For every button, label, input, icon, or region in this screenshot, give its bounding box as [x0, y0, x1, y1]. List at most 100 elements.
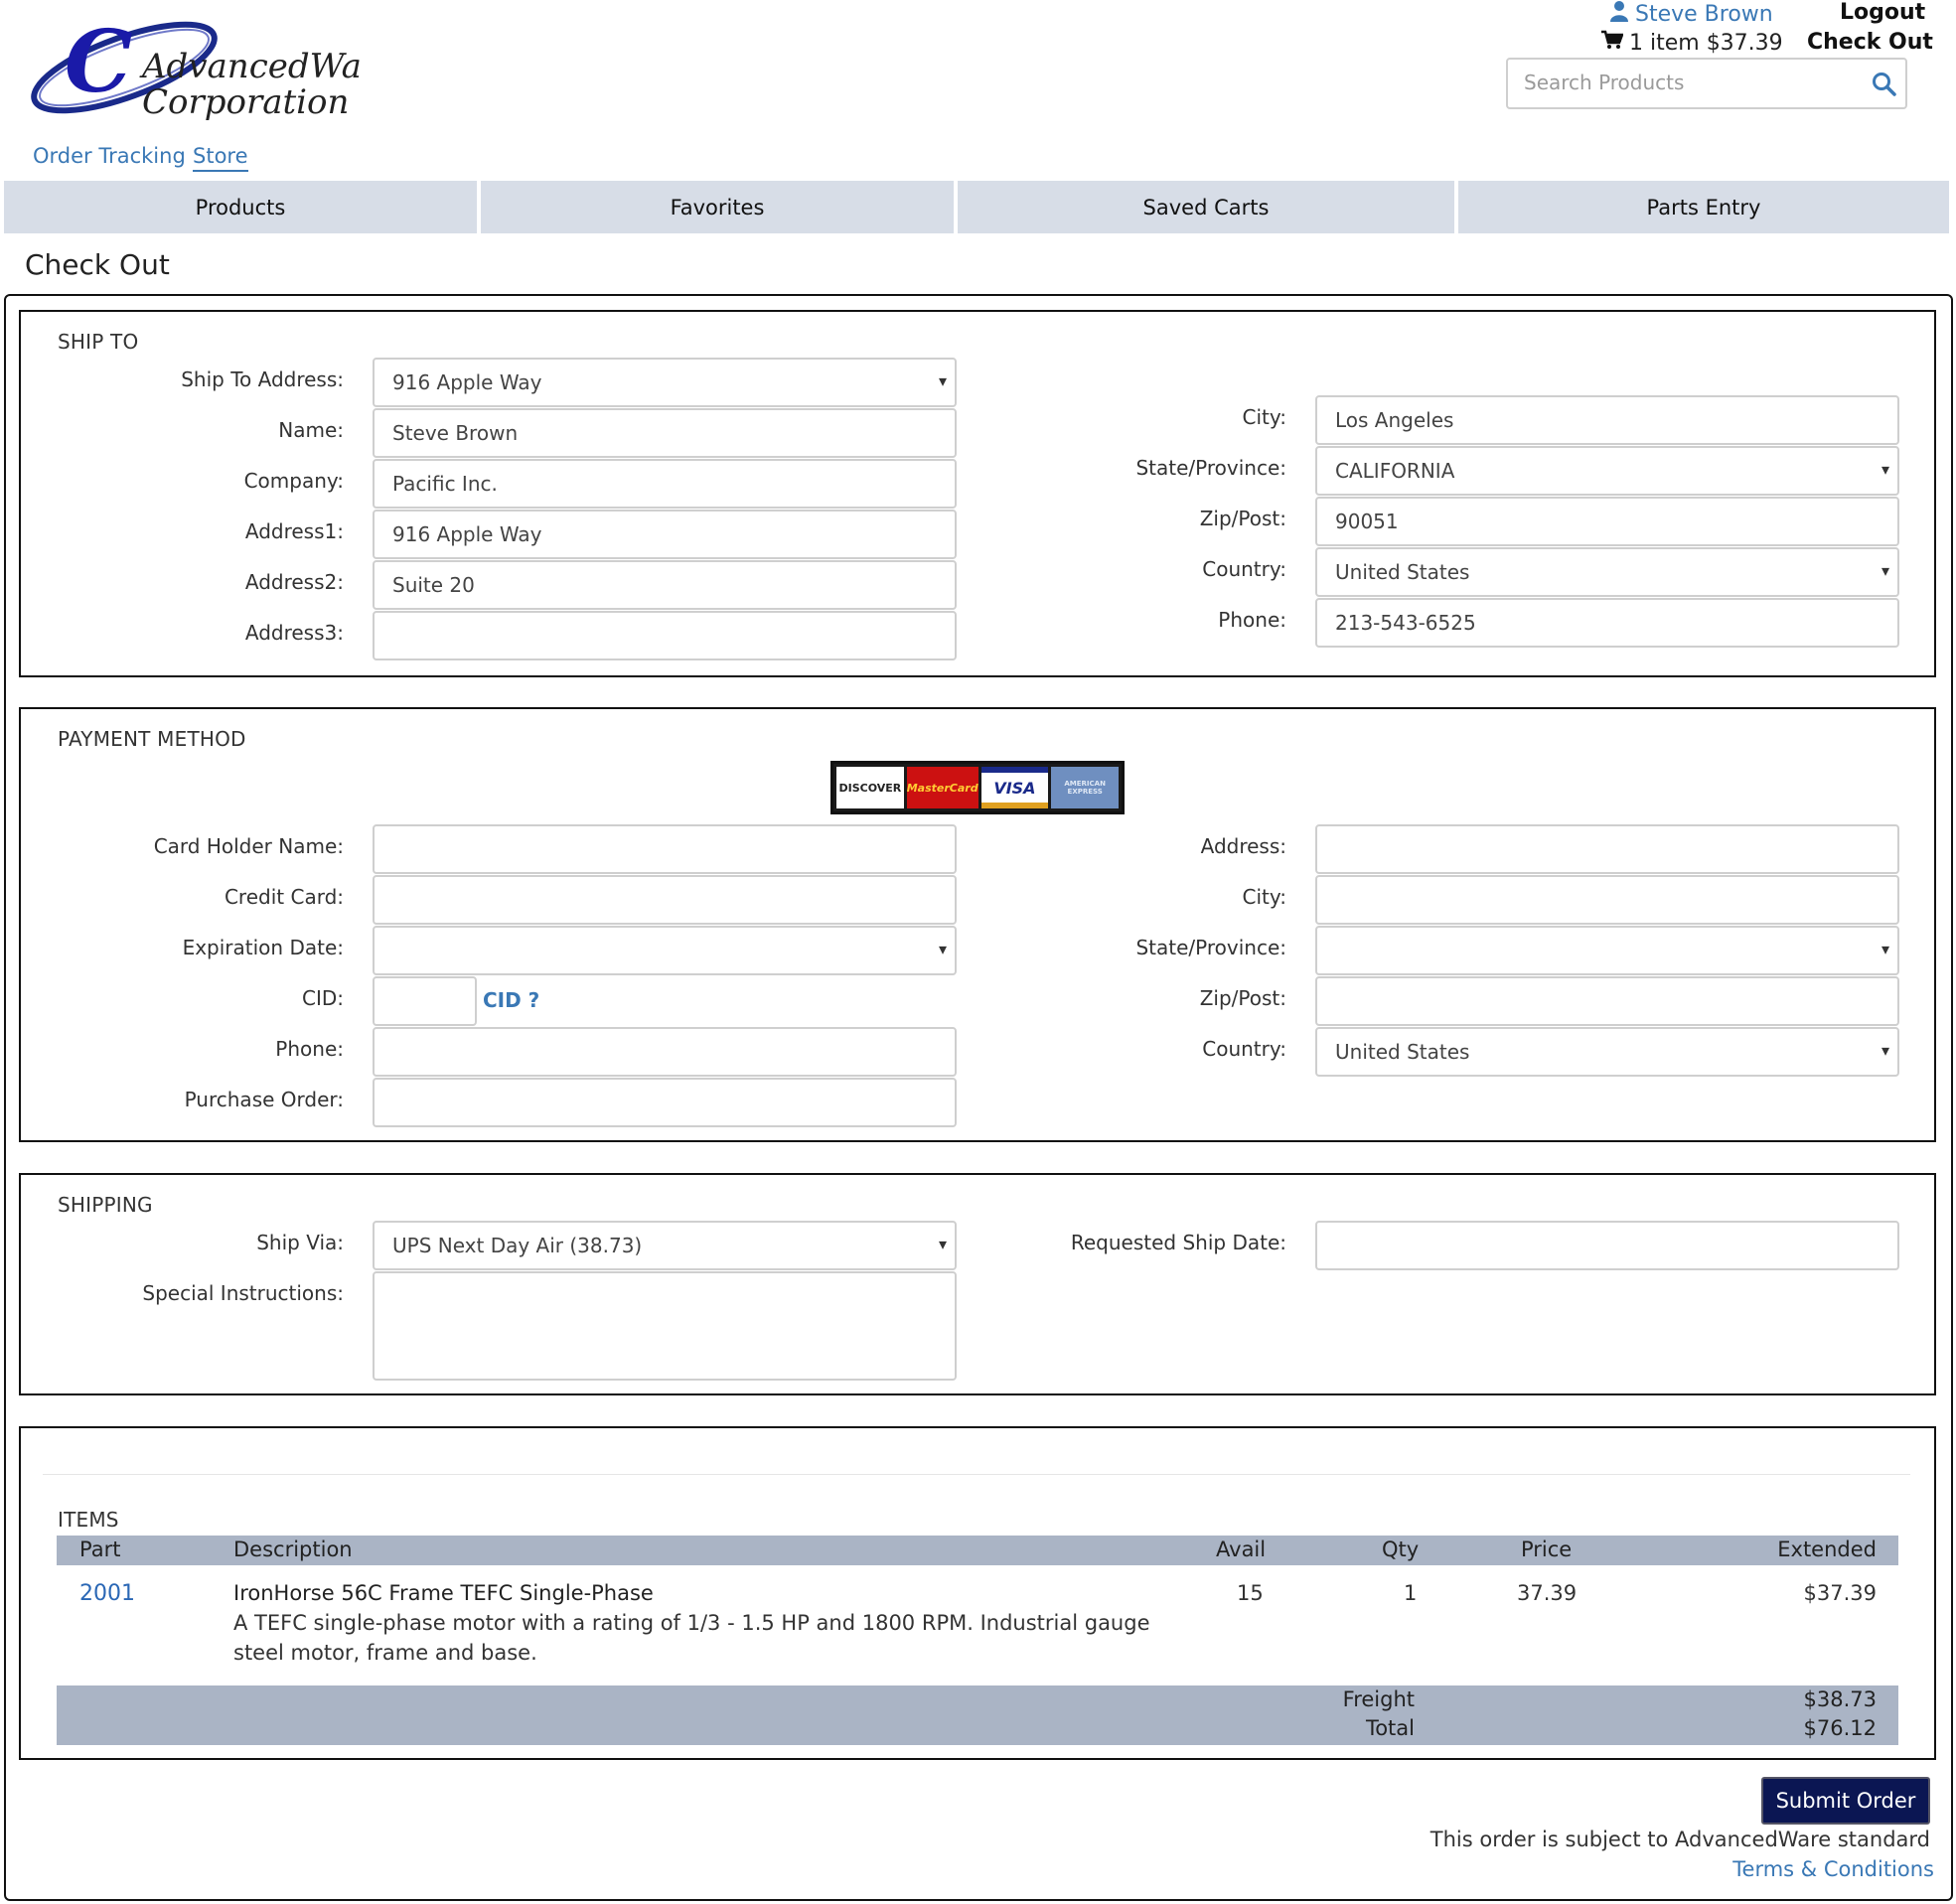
cid-field[interactable] [373, 976, 477, 1026]
totals-bar: Freight $38.73 Total $76.12 [57, 1685, 1898, 1745]
tab-favorites[interactable]: Favorites [481, 181, 954, 233]
amex-logo: AMERICAN EXPRESS [1051, 767, 1120, 808]
zip-label: Zip/Post: [1199, 507, 1286, 530]
user-icon [1609, 0, 1629, 28]
special-instructions-label: Special Instructions: [142, 1281, 344, 1305]
discover-logo: DISCOVER [836, 767, 904, 808]
billing-city-label: City: [1242, 885, 1286, 909]
user-name[interactable]: Steve Brown [1635, 2, 1773, 27]
cart-icon [1601, 30, 1624, 56]
search-icon[interactable] [1872, 72, 1897, 97]
cart-summary-link[interactable]: 1 item $37.39 [1601, 30, 1783, 56]
items-table-header: Part Description Avail Qty Price Extende… [57, 1536, 1898, 1565]
address3-field[interactable] [373, 611, 957, 660]
terms-text: This order is subject to AdvancedWare st… [1429, 1828, 1930, 1851]
col-avail: Avail [1216, 1538, 1267, 1561]
credit-card-logos: DISCOVER MasterCard VISA AMERICAN EXPRES… [830, 761, 1125, 814]
col-qty: Qty [1382, 1538, 1420, 1561]
col-price: Price [1521, 1538, 1573, 1561]
ship-to-address-label: Ship To Address: [181, 367, 344, 391]
logout-link[interactable]: Logout [1840, 0, 1925, 25]
phone-field[interactable]: 213-543-6525 [1315, 598, 1899, 648]
name-label: Name: [278, 418, 344, 442]
ship-to-title: SHIP TO [58, 330, 139, 354]
items-title: ITEMS [58, 1508, 119, 1532]
ship-via-label: Ship Via: [256, 1231, 344, 1254]
terms-conditions-link[interactable]: Terms & Conditions [1732, 1857, 1934, 1881]
cart-summary-text: 1 item $37.39 [1629, 30, 1783, 56]
address3-label: Address3: [244, 621, 344, 645]
ship-via-select[interactable]: UPS Next Day Air (38.73) [373, 1221, 957, 1270]
item-name: IronHorse 56C Frame TEFC Single-Phase [233, 1581, 654, 1605]
shipping-title: SHIPPING [58, 1193, 153, 1217]
billing-address-label: Address: [1200, 834, 1286, 858]
credit-card-field[interactable] [373, 875, 957, 925]
country-select[interactable]: United States [1315, 547, 1899, 597]
expiration-label: Expiration Date: [182, 936, 344, 959]
cid-label: CID: [301, 986, 344, 1010]
total-value: $76.12 [1803, 1716, 1877, 1740]
zip-field[interactable]: 90051 [1315, 497, 1899, 546]
company-label: Company: [243, 469, 344, 493]
address1-field[interactable]: 916 Apple Way [373, 510, 957, 559]
name-field[interactable]: Steve Brown [373, 408, 957, 458]
checkout-link[interactable]: Check Out [1807, 30, 1933, 55]
store-link[interactable]: Store [193, 144, 248, 172]
card-holder-label: Card Holder Name: [153, 834, 344, 858]
company-field[interactable]: Pacific Inc. [373, 459, 957, 509]
purchase-order-field[interactable] [373, 1078, 957, 1127]
user-account-link[interactable]: Steve Brown [1609, 0, 1773, 28]
tab-parts-entry[interactable]: Parts Entry [1458, 181, 1949, 233]
payment-title: PAYMENT METHOD [58, 727, 246, 751]
total-label: Total [1365, 1716, 1415, 1740]
city-label: City: [1242, 405, 1286, 429]
billing-city-field[interactable] [1315, 875, 1899, 925]
requested-ship-date-field[interactable] [1315, 1221, 1899, 1270]
address2-label: Address2: [244, 570, 344, 594]
col-description: Description [233, 1538, 353, 1561]
svg-text:C: C [65, 12, 132, 112]
ship-to-address-select[interactable]: 916 Apple Way [373, 358, 957, 407]
logo-text-line2: Corporation [142, 82, 349, 122]
address1-label: Address1: [244, 519, 344, 543]
item-description-line1: A TEFC single-phase motor with a rating … [233, 1611, 1150, 1635]
tab-products[interactable]: Products [4, 181, 477, 233]
payment-phone-field[interactable] [373, 1027, 957, 1077]
item-description-line2: steel motor, frame and base. [233, 1641, 537, 1665]
col-part: Part [79, 1538, 121, 1561]
shipping-section: SHIPPING Ship Via: UPS Next Day Air (38.… [19, 1173, 1936, 1395]
items-divider [43, 1474, 1910, 1475]
company-logo[interactable]: C AdvancedWare Corporation [25, 6, 397, 129]
billing-zip-field[interactable] [1315, 976, 1899, 1026]
billing-address-field[interactable] [1315, 824, 1899, 874]
state-select[interactable]: CALIFORNIA [1315, 446, 1899, 496]
payment-phone-label: Phone: [275, 1037, 344, 1061]
submit-order-button[interactable]: Submit Order [1761, 1777, 1930, 1825]
logo-text-line1: AdvancedWare [139, 47, 363, 86]
order-tracking-link[interactable]: Order Tracking [33, 144, 186, 168]
mastercard-logo: MasterCard [906, 767, 978, 808]
phone-label: Phone: [1218, 608, 1286, 632]
search-input[interactable] [1524, 60, 1862, 105]
billing-country-select[interactable]: United States [1315, 1027, 1899, 1077]
col-extended: Extended [1777, 1538, 1877, 1561]
item-qty: 1 [1404, 1581, 1418, 1605]
tab-saved-carts[interactable]: Saved Carts [958, 181, 1454, 233]
billing-zip-label: Zip/Post: [1199, 986, 1286, 1010]
special-instructions-textarea[interactable] [373, 1271, 957, 1381]
billing-state-select[interactable] [1315, 926, 1899, 975]
expiration-select[interactable] [373, 926, 957, 975]
city-field[interactable]: Los Angeles [1315, 395, 1899, 445]
cid-help-link[interactable]: CID ? [483, 988, 539, 1012]
item-price: 37.39 [1517, 1581, 1578, 1605]
billing-country-label: Country: [1202, 1037, 1286, 1061]
purchase-order-label: Purchase Order: [184, 1088, 344, 1111]
ship-to-section: SHIP TO Ship To Address: 916 Apple Way N… [19, 310, 1936, 677]
table-row: 2001 IronHorse 56C Frame TEFC Single-Pha… [57, 1581, 1898, 1671]
part-link[interactable]: 2001 [79, 1581, 135, 1606]
address2-field[interactable]: Suite 20 [373, 560, 957, 610]
billing-state-label: State/Province: [1135, 936, 1286, 959]
card-holder-field[interactable] [373, 824, 957, 874]
item-avail: 15 [1237, 1581, 1264, 1605]
credit-card-label: Credit Card: [224, 885, 344, 909]
